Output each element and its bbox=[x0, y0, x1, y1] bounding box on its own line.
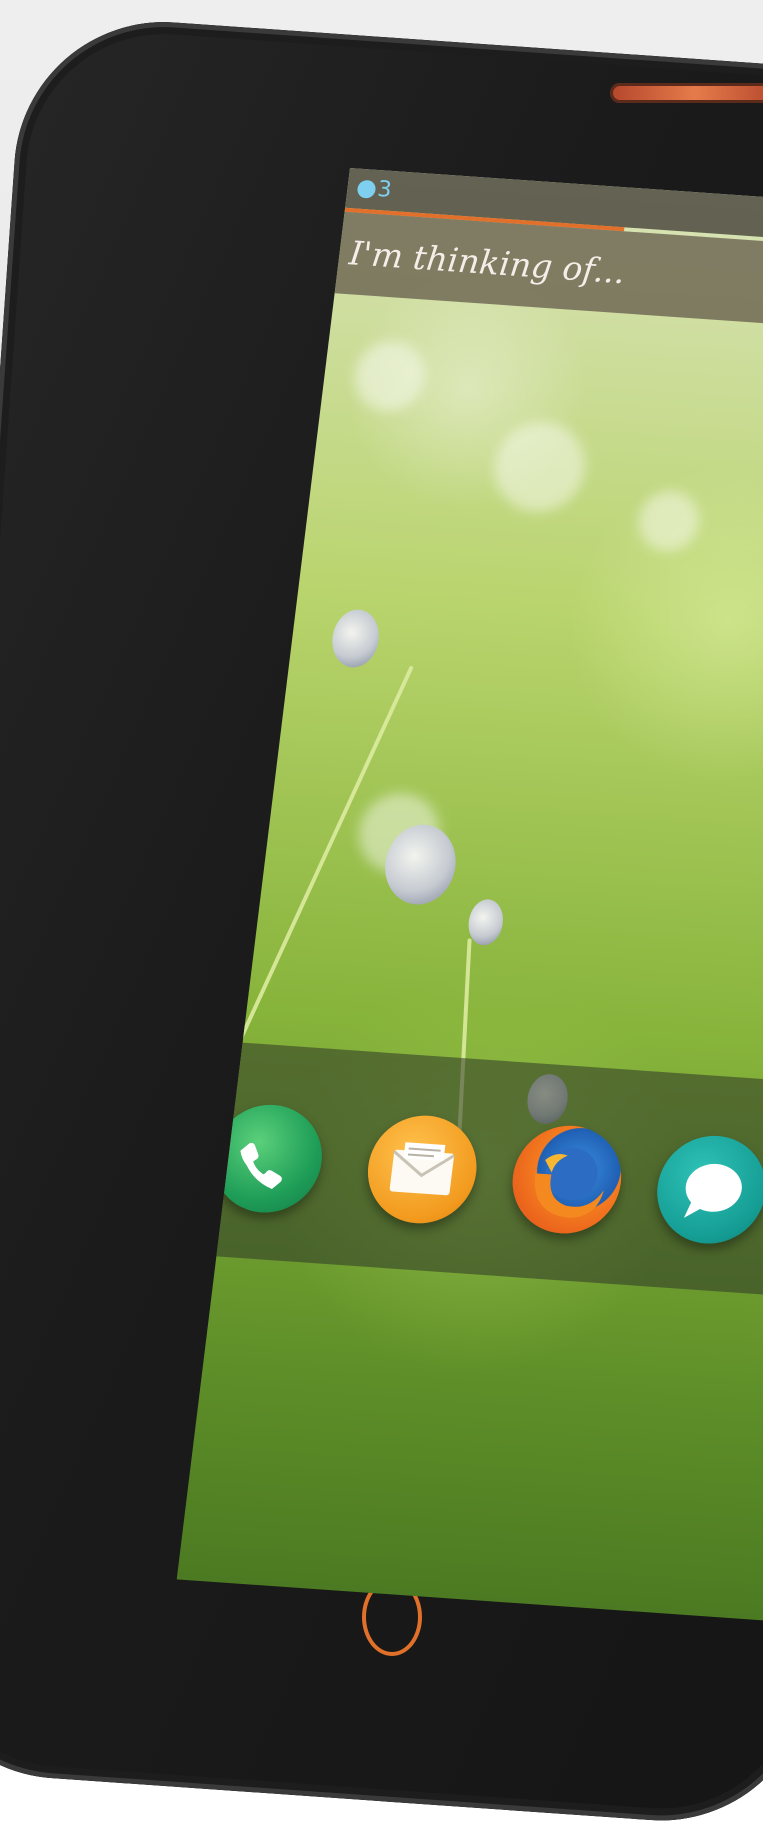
speech-bubble-icon bbox=[683, 1163, 742, 1218]
email-app-icon[interactable] bbox=[361, 1112, 483, 1227]
app-dock bbox=[207, 1042, 763, 1307]
wallpaper-flower bbox=[329, 608, 383, 669]
envelope-icon bbox=[389, 1142, 455, 1196]
wallpaper-bokeh bbox=[489, 419, 591, 515]
wallpaper-bokeh bbox=[635, 489, 703, 554]
browser-app-icon[interactable] bbox=[506, 1122, 628, 1238]
messages-app-icon[interactable] bbox=[651, 1132, 763, 1248]
wallpaper-bokeh bbox=[350, 339, 430, 414]
browser-fox-icon bbox=[534, 1148, 604, 1218]
notification-count: 3 bbox=[376, 177, 394, 203]
search-placeholder: I'm thinking of... bbox=[347, 233, 628, 292]
earpiece-speaker bbox=[610, 83, 763, 103]
wallpaper-flower bbox=[466, 898, 506, 947]
notification-icon bbox=[356, 179, 377, 199]
